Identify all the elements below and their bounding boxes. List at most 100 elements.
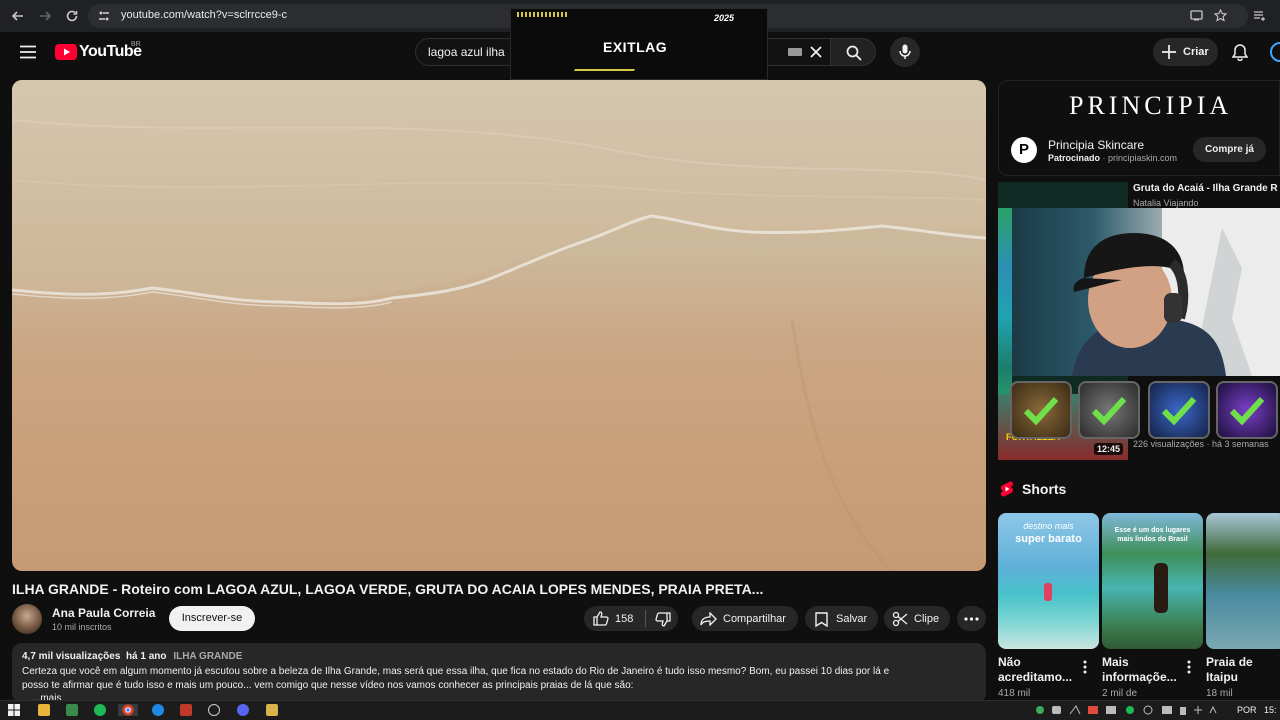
channel-avatar[interactable] [12, 604, 42, 634]
app-icon[interactable] [180, 704, 192, 716]
clock-time[interactable]: 15: [1264, 705, 1277, 715]
save-label: Salvar [836, 613, 868, 625]
description-meta: 4,7 mil visualizações há 1 ano ILHA GRAN… [22, 651, 242, 662]
youtube-logo-icon[interactable] [55, 44, 77, 60]
reading-list-icon[interactable] [1253, 9, 1266, 22]
short-views: 2 mil de [1102, 688, 1138, 699]
voice-search-button[interactable] [890, 37, 920, 67]
view-count: 4,7 mil visualizações [22, 651, 121, 662]
search-button[interactable] [830, 38, 876, 66]
file-explorer-icon[interactable] [38, 704, 50, 716]
ad-brand-banner: PRINCIPIA [1069, 91, 1233, 120]
clip-button[interactable]: Clipe [884, 606, 950, 631]
description-line: posso te afirmar que é tudo isso e mais … [22, 680, 634, 691]
related-video-title[interactable]: Gruta do Acaiá - Ilha Grande R [1133, 183, 1278, 194]
badge-tile [1078, 381, 1140, 439]
related-video-meta: 226 visualizações · há 3 semanas [1133, 439, 1269, 449]
short-title[interactable]: Não acreditamo... [998, 655, 1072, 685]
ad-advertiser-icon[interactable]: P [1011, 137, 1037, 163]
create-button[interactable]: Criar [1153, 38, 1218, 66]
save-button[interactable]: Salvar [805, 606, 878, 631]
share-button[interactable]: Compartilhar [692, 606, 798, 631]
like-count[interactable]: 158 [615, 613, 633, 625]
subscribe-button[interactable]: Inscrever-se [169, 606, 255, 631]
clear-search-icon[interactable] [810, 46, 822, 58]
description-box[interactable]: 4,7 mil visualizações há 1 ano ILHA GRAN… [12, 643, 986, 703]
spotify-icon[interactable] [94, 704, 106, 716]
plus-icon [1162, 45, 1176, 59]
overlay-stripes [517, 12, 569, 17]
sponsored-label: Patrocinado [1048, 153, 1101, 163]
checkmark-icon [1023, 396, 1059, 426]
url-text[interactable]: youtube.com/watch?v=sclrrcce9-c [121, 9, 287, 21]
share-arrow-icon [700, 612, 717, 626]
exitlag-logo: EXITLAG [603, 39, 668, 55]
short-caption: mais lindos do Brasil [1117, 536, 1188, 543]
app-icon[interactable] [66, 704, 78, 716]
input-language[interactable]: POR [1237, 705, 1257, 715]
clip-label: Clipe [914, 613, 940, 625]
short-thumbnail[interactable]: Esse é um dos lugares mais lindos do Bra… [1102, 513, 1203, 649]
overlay-accent [566, 69, 636, 79]
notifications-bell-icon[interactable] [1232, 44, 1248, 61]
short-more-icon[interactable] [1187, 660, 1191, 674]
description-text: Certeza que você em algum momento já esc… [22, 665, 972, 693]
scissors-icon [892, 611, 908, 627]
site-info-icon[interactable] [98, 10, 110, 22]
channel-name[interactable]: Ana Paula Correia [52, 606, 155, 620]
badge-tile [1148, 381, 1210, 439]
exitlag-overlay: EXITLAG 2025 [510, 8, 768, 80]
more-actions-button[interactable] [957, 606, 986, 631]
edge-icon[interactable] [152, 704, 164, 716]
short-title-line: Praia de [1206, 655, 1253, 669]
like-icon[interactable] [593, 611, 609, 626]
short-title-line: Mais [1102, 655, 1129, 669]
short-title[interactable]: Mais informaçõe... [1102, 655, 1177, 685]
reload-icon[interactable] [64, 8, 80, 24]
short-title-line: informaçõe... [1102, 670, 1177, 684]
achievement-badges [1010, 381, 1280, 439]
short-views: 418 mil [998, 688, 1031, 699]
badge-tile [1216, 381, 1278, 439]
short-caption: destino mais [1023, 521, 1074, 531]
short-title-line: acreditamo... [998, 670, 1073, 684]
dislike-icon[interactable] [655, 612, 671, 627]
checkmark-icon [1091, 396, 1127, 426]
short-caption: Esse é um dos lugares [1114, 527, 1191, 534]
ad-cta-button[interactable]: Compre já [1193, 137, 1266, 162]
hamburger-menu-icon[interactable] [20, 45, 36, 59]
streamer-webcam-overlay [1012, 208, 1280, 376]
description-line: Certeza que você em algum momento já esc… [22, 666, 890, 677]
video-duration-badge: 12:45 [1094, 443, 1124, 455]
discord-icon[interactable] [237, 704, 249, 716]
cast-icon[interactable] [1190, 9, 1203, 22]
short-more-icon[interactable] [1083, 660, 1087, 674]
shorts-logo-icon [1000, 481, 1014, 497]
ad-domain: · principiaskin.com [1102, 153, 1178, 163]
short-views: 18 mil [1206, 688, 1233, 699]
beach-video-frame [12, 80, 986, 571]
ad-title[interactable]: Principia Skincare [1048, 138, 1144, 152]
short-title[interactable]: Praia de Itaipu [1206, 655, 1253, 685]
person-figure [1154, 563, 1168, 613]
search-query[interactable]: lagoa azul ilha [428, 45, 505, 59]
chrome-active-icon[interactable] [118, 704, 138, 716]
hashtag-link[interactable]: ILHA GRANDE [173, 651, 242, 662]
save-playlist-icon [815, 612, 828, 627]
share-label: Compartilhar [723, 613, 786, 625]
steam-icon[interactable] [208, 704, 220, 716]
region-code: BR [131, 41, 141, 48]
keyboard-icon[interactable] [788, 48, 802, 56]
video-title: ILHA GRANDE - Roteiro com LAGOA AZUL, LA… [12, 581, 764, 597]
back-arrow-icon[interactable] [10, 8, 26, 24]
windows-start-icon[interactable] [8, 704, 20, 716]
video-player[interactable] [12, 80, 986, 571]
short-thumbnail[interactable] [1206, 513, 1280, 649]
related-video-channel[interactable]: Natalia Viajando [1133, 198, 1198, 208]
search-icon [846, 45, 862, 61]
short-thumbnail[interactable]: destino mais super barato [998, 513, 1099, 649]
forward-arrow-icon[interactable] [37, 8, 53, 24]
folder-icon[interactable] [266, 704, 278, 716]
system-tray[interactable] [1034, 704, 1224, 716]
bookmark-star-icon[interactable] [1214, 9, 1227, 22]
